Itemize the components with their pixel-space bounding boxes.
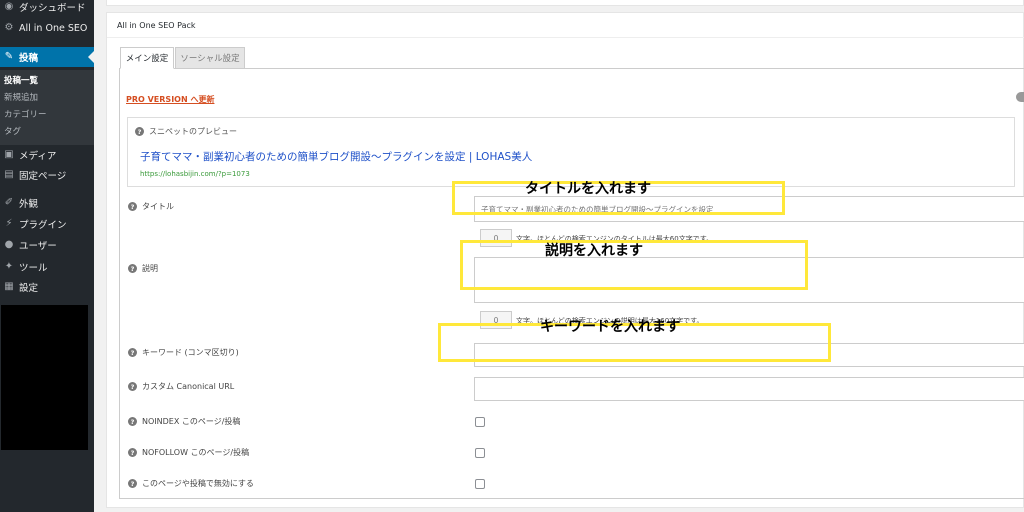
help-icon[interactable]: ? bbox=[135, 127, 144, 136]
tab-content: PRO VERSION へ更新 ? スニペットのプレビュー 子育てママ・副業初心… bbox=[119, 68, 1024, 499]
sidebar-item-media[interactable]: ▣ メディア bbox=[0, 145, 94, 165]
snippet-url: https://lohasbijin.com/?p=1073 bbox=[140, 170, 250, 178]
keywords-annotation: キーワードを入れます bbox=[540, 319, 680, 335]
sidebar-item-label: 設定 bbox=[19, 283, 39, 294]
keywords-input[interactable] bbox=[474, 343, 1024, 367]
help-icon[interactable]: ? bbox=[128, 202, 137, 211]
nofollow-checkbox[interactable] bbox=[475, 448, 485, 458]
sidebar-item-label: 外観 bbox=[19, 199, 39, 210]
metabox-title: All in One SEO Pack bbox=[117, 21, 196, 30]
description-label-text: 説明 bbox=[142, 264, 158, 273]
help-icon[interactable]: ? bbox=[128, 448, 137, 457]
user-icon: ● bbox=[4, 239, 14, 250]
canonical-label-text: カスタム Canonical URL bbox=[142, 382, 235, 391]
sidebar-item-plugins[interactable]: ⚡ プラグイン bbox=[0, 214, 94, 234]
sidebar-item-label: 固定ページ bbox=[19, 171, 67, 182]
title-input[interactable] bbox=[474, 196, 1024, 222]
plugin-icon: ⚡ bbox=[5, 218, 13, 229]
description-annotation: 説明を入れます bbox=[545, 243, 643, 259]
snippet-label: ? スニペットのプレビュー bbox=[135, 126, 237, 137]
help-icon[interactable] bbox=[1016, 92, 1024, 102]
tab-social-settings[interactable]: ソーシャル設定 bbox=[175, 47, 245, 69]
submenu-item-tags[interactable]: タグ bbox=[4, 125, 21, 137]
submenu-item-all-posts[interactable]: 投稿一覧 bbox=[4, 74, 38, 86]
sidebar-item-aioseo[interactable]: ⚙ All in One SEO bbox=[0, 18, 94, 38]
disable-label: ? このページや投稿で無効にする bbox=[128, 478, 254, 489]
noindex-label-text: NOINDEX このページ/投稿 bbox=[142, 417, 241, 426]
title-label: ? タイトル bbox=[128, 201, 174, 212]
divider bbox=[107, 37, 1024, 38]
sidebar-item-label: 投稿 bbox=[19, 53, 39, 64]
snippet-preview: ? スニペットのプレビュー 子育てママ・副業初心者のための簡単ブログ開設～プラグ… bbox=[127, 117, 1015, 187]
disable-label-text: このページや投稿で無効にする bbox=[142, 479, 254, 488]
canonical-label: ? カスタム Canonical URL bbox=[128, 381, 234, 392]
media-icon: ▣ bbox=[4, 149, 14, 160]
aioseo-metabox: All in One SEO Pack メイン設定 ソーシャル設定 PRO VE… bbox=[106, 12, 1024, 508]
gear-icon: ⚙ bbox=[4, 22, 14, 33]
help-icon[interactable]: ? bbox=[128, 417, 137, 426]
dashboard-icon: ◉ bbox=[4, 1, 14, 12]
sidebar-item-settings[interactable]: ▦ 設定 bbox=[0, 277, 94, 297]
sidebar-item-appearance[interactable]: ✐ 外観 bbox=[0, 193, 94, 213]
help-icon[interactable]: ? bbox=[128, 348, 137, 357]
posts-submenu: 投稿一覧 新規追加 カテゴリー タグ bbox=[0, 70, 94, 145]
redacted-block bbox=[1, 305, 88, 450]
sidebar-item-pages[interactable]: ▤ 固定ページ bbox=[0, 165, 94, 185]
submenu-item-add-new[interactable]: 新規追加 bbox=[4, 91, 38, 103]
sidebar-item-dashboard[interactable]: ◉ ダッシュボード bbox=[0, 0, 94, 17]
brush-icon: ✐ bbox=[4, 197, 14, 208]
settings-icon: ▦ bbox=[4, 281, 14, 292]
sidebar-item-label: ダッシュボード bbox=[19, 3, 86, 14]
previous-panel-edge bbox=[106, 0, 1024, 6]
title-char-count: 0 bbox=[480, 229, 512, 247]
keywords-label-text: キーワード (コンマ区切り) bbox=[142, 348, 239, 357]
sidebar-item-tools[interactable]: ✦ ツール bbox=[0, 257, 94, 277]
pro-version-link[interactable]: PRO VERSION へ更新 bbox=[126, 94, 214, 105]
description-textarea[interactable] bbox=[474, 257, 1024, 303]
snippet-title: 子育てママ・副業初心者のための簡単ブログ開設～プラグインを設定 | LOHAS美… bbox=[140, 151, 533, 163]
active-indicator bbox=[88, 51, 94, 63]
title-label-text: タイトル bbox=[142, 202, 174, 211]
nofollow-label-text: NOFOLLOW このページ/投稿 bbox=[142, 448, 250, 457]
disable-checkbox[interactable] bbox=[475, 479, 485, 489]
sidebar-item-label: All in One SEO bbox=[19, 22, 88, 34]
wrench-icon: ✦ bbox=[4, 261, 14, 272]
tab-main-settings[interactable]: メイン設定 bbox=[120, 47, 174, 69]
description-char-count: 0 bbox=[480, 311, 512, 329]
keywords-label: ? キーワード (コンマ区切り) bbox=[128, 347, 239, 358]
noindex-checkbox[interactable] bbox=[475, 417, 485, 427]
sidebar-item-label: プラグイン bbox=[19, 220, 67, 231]
sidebar-item-posts[interactable]: ✎ 投稿 bbox=[0, 47, 94, 67]
sidebar-item-label: ユーザー bbox=[19, 241, 57, 252]
canonical-url-input[interactable] bbox=[474, 377, 1024, 401]
title-annotation: タイトルを入れます bbox=[525, 181, 651, 197]
admin-sidebar: ◉ ダッシュボード ⚙ All in One SEO ✎ 投稿 投稿一覧 新規追… bbox=[0, 0, 94, 512]
help-icon[interactable]: ? bbox=[128, 264, 137, 273]
help-icon[interactable]: ? bbox=[128, 479, 137, 488]
pin-icon: ✎ bbox=[4, 51, 14, 62]
sidebar-item-label: メディア bbox=[19, 151, 57, 162]
description-label: ? 説明 bbox=[128, 263, 158, 274]
sidebar-item-users[interactable]: ● ユーザー bbox=[0, 235, 94, 255]
submenu-item-categories[interactable]: カテゴリー bbox=[4, 108, 47, 120]
page-icon: ▤ bbox=[4, 169, 14, 180]
sidebar-item-label: ツール bbox=[19, 263, 48, 274]
snippet-label-text: スニペットのプレビュー bbox=[149, 127, 237, 136]
help-icon[interactable]: ? bbox=[128, 382, 137, 391]
noindex-label: ? NOINDEX このページ/投稿 bbox=[128, 416, 240, 427]
nofollow-label: ? NOFOLLOW このページ/投稿 bbox=[128, 447, 249, 458]
